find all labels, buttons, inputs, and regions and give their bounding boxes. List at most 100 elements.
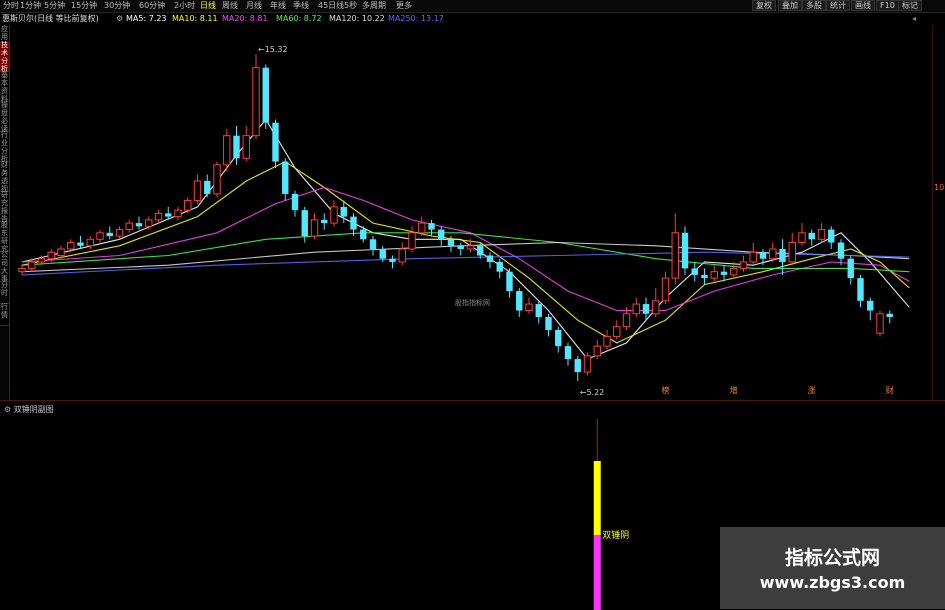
candle-body[interactable] <box>233 135 240 159</box>
candle-body[interactable] <box>282 161 289 194</box>
candle-body[interactable] <box>242 135 250 159</box>
candle-body[interactable] <box>828 229 835 243</box>
sidebar-tab[interactable]: 分时 <box>0 281 9 304</box>
sidebar-tab[interactable]: 股东研究 <box>0 221 9 253</box>
candle-body[interactable] <box>135 223 143 227</box>
candle-body[interactable] <box>603 335 611 347</box>
candle-body[interactable] <box>77 242 84 246</box>
toolbar-button[interactable]: 标记 <box>898 0 922 11</box>
candle-body[interactable] <box>438 229 445 240</box>
candle-body[interactable] <box>106 232 113 237</box>
candle-body[interactable] <box>730 267 738 276</box>
candle-body[interactable] <box>321 219 328 224</box>
candle-body[interactable] <box>545 317 552 330</box>
sidebar-tab[interactable]: 公司大事 <box>0 251 9 283</box>
toolbar-button[interactable]: 叠加 <box>778 0 802 11</box>
candle-body[interactable] <box>867 300 874 311</box>
candle-body[interactable] <box>535 304 542 317</box>
candle-body[interactable] <box>613 326 621 337</box>
candle-body[interactable] <box>330 206 338 224</box>
candle-body[interactable] <box>457 245 464 249</box>
event-marker[interactable]: 增 <box>730 385 738 395</box>
candle-body[interactable] <box>115 229 124 237</box>
candle-body[interactable] <box>574 359 581 373</box>
candle-body[interactable] <box>350 216 357 230</box>
candle-body[interactable] <box>379 249 386 259</box>
candle-body[interactable] <box>447 239 455 246</box>
candle-body[interactable] <box>398 248 406 263</box>
candle-body[interactable] <box>779 249 786 262</box>
candle-body[interactable] <box>193 180 202 201</box>
candle-body[interactable] <box>739 261 748 269</box>
candle-body[interactable] <box>310 219 319 237</box>
candle-body[interactable] <box>477 245 484 256</box>
timeframe-tab[interactable]: 30分钟 <box>104 0 130 12</box>
event-marker[interactable]: 榜 <box>662 385 670 395</box>
timeframe-tab[interactable]: 多周期 <box>362 0 386 12</box>
candle-body[interactable] <box>223 135 231 166</box>
candle-body[interactable] <box>876 313 884 334</box>
candle-body[interactable] <box>564 346 572 360</box>
toolbar-button[interactable]: F10 <box>876 0 899 11</box>
sidebar-tab[interactable]: 行业分析 <box>0 131 9 163</box>
candle-body[interactable] <box>47 251 55 260</box>
sidebar-tab[interactable]: 技术分析 <box>0 41 9 73</box>
candle-body[interactable] <box>886 313 893 317</box>
candle-body[interactable] <box>691 268 698 275</box>
candlestick-chart[interactable]: 股指指标网 ←15.32 ←5.22 榜 增 涨 财 <box>10 25 932 400</box>
timeframe-tab[interactable]: 周线 <box>222 0 238 12</box>
candle-body[interactable] <box>204 181 211 194</box>
candle-body[interactable] <box>808 232 815 240</box>
candle-body[interactable] <box>847 258 854 279</box>
candle-body[interactable] <box>496 261 503 272</box>
candle-body[interactable] <box>506 271 513 292</box>
candle-body[interactable] <box>671 232 679 279</box>
toolbar-button[interactable]: 画线 <box>851 0 875 11</box>
candle-body[interactable] <box>154 212 163 221</box>
candle-body[interactable] <box>418 222 426 234</box>
candle-body[interactable] <box>389 258 396 262</box>
candle-body[interactable] <box>145 219 153 227</box>
candle-body[interactable] <box>408 232 416 250</box>
event-marker[interactable]: 涨 <box>808 385 816 395</box>
candle-body[interactable] <box>749 251 757 263</box>
timeframe-tab[interactable]: 1分钟 <box>20 0 41 12</box>
stock-name[interactable]: 惠斯贝尔(日线 等比前复权) <box>2 12 99 25</box>
timeframe-tab[interactable]: 更多 <box>396 0 412 12</box>
settings-icon[interactable]: ⚙ <box>116 12 123 25</box>
candle-body[interactable] <box>652 300 660 315</box>
candle-body[interactable] <box>593 345 601 357</box>
candle-body[interactable] <box>291 193 299 211</box>
candle-body[interactable] <box>213 164 221 195</box>
candle-body[interactable] <box>165 213 172 217</box>
timeframe-tab[interactable]: 日线 <box>200 0 216 12</box>
candle-body[interactable] <box>340 206 347 217</box>
candle-body[interactable] <box>28 261 36 269</box>
candle-body[interactable] <box>184 199 192 211</box>
toolbar-button[interactable]: 复权 <box>752 0 776 11</box>
candle-body[interactable] <box>86 238 94 247</box>
sidebar-tab[interactable]: 研究报告 <box>0 191 9 223</box>
candle-body[interactable] <box>857 278 864 301</box>
candle-body[interactable] <box>661 277 670 302</box>
sidebar-tab[interactable]: 基本资料 <box>0 71 9 103</box>
candle-body[interactable] <box>301 210 308 237</box>
candle-body[interactable] <box>67 242 75 250</box>
candle-body[interactable] <box>466 245 475 250</box>
candle-body[interactable] <box>622 313 631 328</box>
candle-body[interactable] <box>57 248 65 256</box>
toolbar-button[interactable]: 多股 <box>802 0 826 11</box>
candle-body[interactable] <box>125 222 133 231</box>
collapse-icon[interactable]: ◂ <box>912 12 916 25</box>
candle-body[interactable] <box>369 239 377 249</box>
candle-body[interactable] <box>681 232 689 269</box>
candle-body[interactable] <box>642 304 650 314</box>
candle-body[interactable] <box>360 229 367 240</box>
candle-body[interactable] <box>701 274 708 279</box>
candle-body[interactable] <box>252 67 260 137</box>
candle-body[interactable] <box>720 271 728 275</box>
candle-body[interactable] <box>272 122 279 162</box>
candle-body[interactable] <box>583 355 592 373</box>
sidebar-tab[interactable]: 应用 <box>0 25 9 42</box>
candle-body[interactable] <box>428 223 435 230</box>
